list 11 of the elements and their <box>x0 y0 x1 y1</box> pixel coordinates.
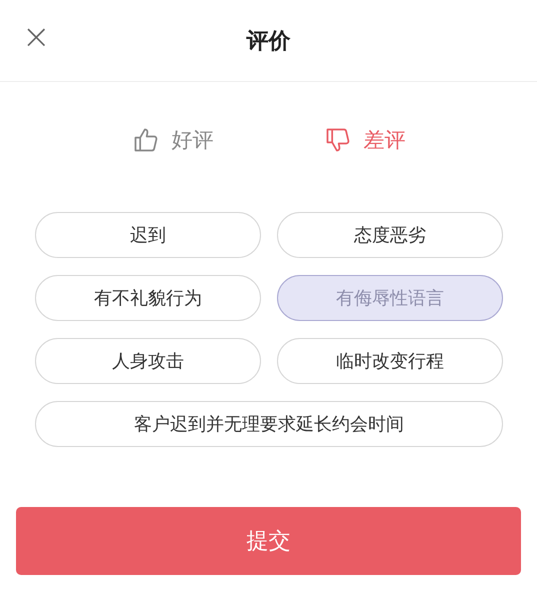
rating-option[interactable]: 好评 <box>132 126 214 154</box>
reason-tag[interactable]: 客户迟到并无理要求延长约会时间 <box>35 401 503 447</box>
reason-tag[interactable]: 态度恶劣 <box>277 212 503 258</box>
reason-tag[interactable]: 临时改变行程 <box>277 338 503 384</box>
reason-tag[interactable]: 人身攻击 <box>35 338 261 384</box>
thumbs-up-icon <box>132 126 160 154</box>
thumbs-down-icon <box>324 126 352 154</box>
reason-tag[interactable]: 有不礼貌行为 <box>35 275 261 321</box>
page-title: 评价 <box>246 28 290 56</box>
reason-tag[interactable]: 迟到 <box>35 212 261 258</box>
close-button[interactable]: × <box>18 20 54 54</box>
